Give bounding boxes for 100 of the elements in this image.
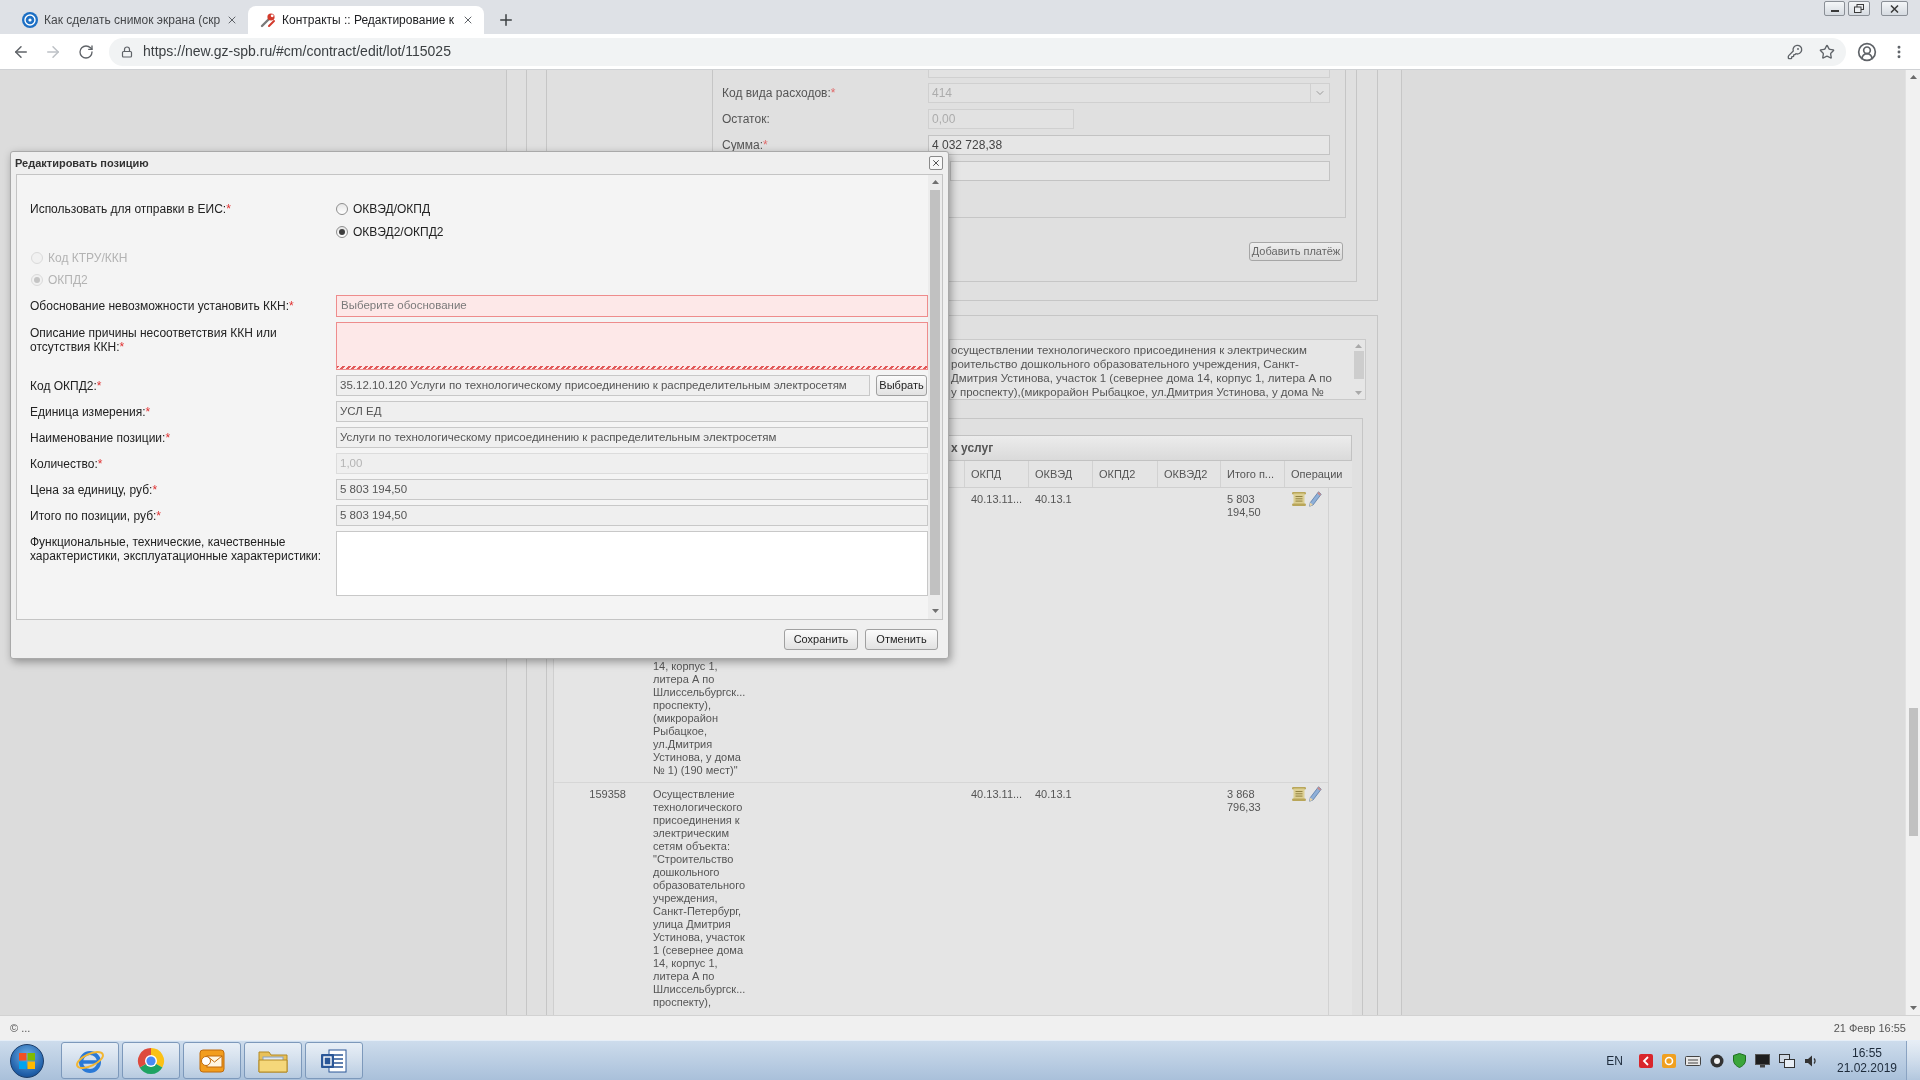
radio-label: ОКВЭД/ОКПД: [353, 202, 431, 216]
caret-up-icon[interactable]: [931, 180, 939, 184]
caret-down-icon[interactable]: [1909, 1006, 1917, 1010]
radio-label: ОКПД2: [48, 273, 88, 287]
caret-down-icon[interactable]: [931, 609, 939, 613]
add-payment-button[interactable]: Добавить платёж: [1249, 242, 1343, 261]
table-cell: 40.13.1: [1035, 788, 1072, 801]
radio-button[interactable]: [336, 203, 348, 215]
table-cell: 159358: [589, 788, 626, 801]
dialog-button[interactable]: Отменить: [865, 628, 938, 650]
ring-tile-icon[interactable]: [1662, 1053, 1676, 1068]
target-icon: [22, 12, 38, 28]
network-icon[interactable]: [1779, 1053, 1795, 1068]
caret-up-icon[interactable]: [1909, 75, 1917, 79]
column-header[interactable]: Итого п...: [1227, 465, 1274, 483]
column-header[interactable]: ОКВЭД2: [1164, 465, 1208, 483]
field-label: Наименование позиции:*: [30, 431, 171, 445]
text-field[interactable]: 5 803 194,50: [336, 479, 928, 500]
table-cell-text: 3 868 796,33: [1227, 788, 1262, 814]
four-squares-icon: [18, 1051, 36, 1070]
field-label: Цена за единицу, руб:*: [30, 483, 158, 497]
pencil-icon[interactable]: [1308, 491, 1322, 507]
taskbar-button[interactable]: [122, 1042, 180, 1079]
table-cell: 14, корпус 1, литера А по Шлиссельбургск... проспекту), (микрорайон Рыбацкое, ул.Дмитрия Устинова, у дома № 1) (190 мест)": [653, 660, 746, 777]
keyboard-icon[interactable]: [1685, 1054, 1701, 1067]
scroll-icon[interactable]: [1291, 786, 1307, 802]
choose-button[interactable]: Выбрать: [876, 375, 927, 396]
status-text: © ...: [10, 1020, 31, 1036]
field-label: Итого по позиции, руб:*: [30, 509, 162, 523]
description-area[interactable]: [949, 339, 1366, 400]
restore-icon: [1854, 4, 1864, 13]
document-icon: [320, 1046, 348, 1075]
field-label: Описание причины несоответствия ККН или отсутствия ККН:*: [30, 326, 278, 354]
lock-icon: [121, 45, 133, 58]
minimize-button[interactable]: [1824, 1, 1845, 16]
column-header[interactable]: ОКПД: [971, 465, 1002, 483]
account-icon[interactable]: [1857, 41, 1877, 62]
wrench-icon: [260, 12, 276, 28]
status-time: 21 Февр 16:55: [1833, 1020, 1906, 1036]
plus-icon: [497, 11, 515, 29]
text-field[interactable]: 5 803 194,50: [336, 505, 928, 526]
restore-button[interactable]: [1848, 1, 1870, 16]
field-label: Сумма:*: [722, 137, 768, 154]
speaker-icon[interactable]: [1804, 1053, 1818, 1068]
field-label: Использовать для отправки в ЕИС:*: [30, 203, 231, 216]
text-field[interactable]: [950, 161, 1330, 181]
field-label: Функциональные, технические, качественные характеристики, эксплуатационные характеристики:: [30, 535, 323, 563]
monitor-icon[interactable]: [1755, 1053, 1770, 1068]
table-cell: 40.13.1: [1035, 493, 1072, 506]
code-field[interactable]: 35.12.10.120 Услуги по технологическому присоединению к распределительным электросетям: [336, 375, 870, 396]
radio-label: Код КТРУ/ККН: [48, 251, 128, 265]
star-icon[interactable]: [1819, 43, 1835, 60]
address-bar[interactable]: https://new.gz-spb.ru/#cm/contract/edit/lot/115025: [109, 37, 1846, 66]
show-desktop-button[interactable]: [1906, 1041, 1920, 1080]
shield-icon[interactable]: [1733, 1053, 1746, 1068]
close-window-button[interactable]: [1881, 1, 1908, 16]
radio-button[interactable]: [336, 226, 348, 238]
scrollbar-thumb[interactable]: [1353, 351, 1364, 379]
radio-label: ОКВЭД2/ОКПД2: [353, 225, 444, 239]
language-indicator[interactable]: EN: [1606, 1051, 1623, 1070]
table-cell: 40.13.11...: [971, 493, 1023, 506]
disc-icon[interactable]: [1710, 1053, 1724, 1068]
dialog-button[interactable]: Сохранить: [784, 628, 858, 650]
dialog-scrollbar[interactable]: [928, 175, 942, 619]
table-cell: Осуществление технологического присоединения к электрическим сетям объекта: "Строительство дошкольного образовательного учреждения, Санкт-Петербург, улица Дмитрия Устинова, участок 1 (севернее дома 14, корпус 1, литера А по Шлиссельбургск... проспекту),: [653, 788, 746, 1009]
reload-icon[interactable]: [78, 43, 94, 60]
text-field[interactable]: 4 032 728,38: [928, 135, 1330, 155]
chevron-tile-icon[interactable]: [1639, 1053, 1653, 1068]
field-label: Код ОКПД2:*: [30, 379, 102, 393]
tricolor-circle-icon: [137, 1046, 165, 1075]
taskbar-button[interactable]: [61, 1042, 119, 1079]
pencil-icon[interactable]: [1308, 786, 1322, 802]
scrollbar-thumb[interactable]: [1908, 708, 1918, 836]
column-header[interactable]: Операции: [1291, 465, 1343, 483]
column-header[interactable]: ОКВЭД: [1035, 465, 1073, 483]
text-field[interactable]: УСЛ ЕД: [336, 401, 928, 422]
close-icon: [1890, 4, 1899, 13]
taskbar-button[interactable]: [305, 1042, 363, 1079]
close-button[interactable]: [929, 156, 943, 170]
browser-tab[interactable]: Контракты :: Редактирование к: [248, 6, 484, 34]
text-field[interactable]: Услуги по технологическому присоединению к распределительным электросетям: [336, 427, 928, 448]
envelope-icon: [198, 1046, 226, 1075]
key-icon[interactable]: [1787, 43, 1803, 60]
field-label: Код вида расходов:*: [722, 85, 836, 102]
scrollbar-thumb[interactable]: [930, 190, 940, 595]
column-header[interactable]: ОКПД2: [1099, 465, 1136, 483]
page-scrollbar[interactable]: [1905, 70, 1920, 1015]
minimize-icon: [1830, 10, 1839, 12]
table-cell-text: 5 803 194,50: [1227, 493, 1262, 519]
clock[interactable]: 16:55 21.02.2019: [1830, 1045, 1904, 1076]
start-button[interactable]: [10, 1043, 44, 1078]
close-icon[interactable]: [462, 14, 474, 26]
field-label: Количество:*: [30, 457, 103, 471]
scroll-icon[interactable]: [1291, 491, 1307, 507]
grid-title: х услуг: [951, 440, 994, 457]
select-field[interactable]: Выберите обоснование: [336, 295, 928, 317]
text-area[interactable]: [336, 322, 928, 370]
field-label: Единица измерения:*: [30, 405, 151, 419]
text-field[interactable]: [928, 70, 1330, 78]
close-icon: [931, 158, 941, 168]
